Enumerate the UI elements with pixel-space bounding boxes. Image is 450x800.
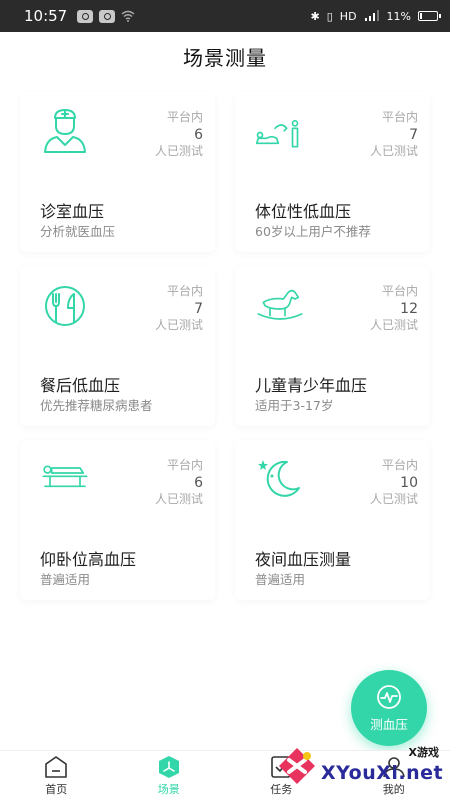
nav-label: 首页 xyxy=(45,782,68,796)
battery-icon xyxy=(418,11,441,21)
nav-label: 场景 xyxy=(157,782,180,796)
waveform-icon xyxy=(377,684,401,709)
battery-level: 11% xyxy=(386,9,411,23)
dining-icon xyxy=(40,280,90,328)
tested-count: 7 xyxy=(194,300,203,317)
nav-home[interactable]: 首页 xyxy=(0,751,113,800)
vibrate-icon: ▯ xyxy=(326,9,333,23)
moon-stars-icon xyxy=(255,454,305,502)
site-watermark: X游戏 XYouXi.net xyxy=(275,740,445,796)
card-subtitle: 普遍适用 xyxy=(40,572,91,587)
lying-bed-icon xyxy=(40,454,90,502)
stat-label: 平台内 xyxy=(381,458,418,472)
notification-icon xyxy=(77,9,94,23)
scene-card-supine[interactable]: 平台内 6 人已测试 仰卧位高血压 普遍适用 xyxy=(20,440,215,600)
watermark-text: XYouXi.net xyxy=(321,762,444,784)
test-stats: 平台内 7 人已测试 xyxy=(155,284,203,333)
scene-icon xyxy=(158,755,179,778)
tested-count: 6 xyxy=(194,474,203,491)
card-subtitle: 60岁以上用户不推荐 xyxy=(255,224,371,239)
stat-suffix: 人已测试 xyxy=(369,143,418,158)
stat-label: 平台内 xyxy=(166,284,203,298)
signal-icon xyxy=(364,10,379,21)
message-icon xyxy=(99,9,116,23)
network-type: HD xyxy=(339,9,357,23)
card-subtitle: 分析就医血压 xyxy=(40,224,116,239)
card-title: 体位性低血压 xyxy=(255,202,352,221)
home-icon xyxy=(45,755,68,778)
scene-card-clinic[interactable]: 平台内 6 人已测试 诊室血压 分析就医血压 xyxy=(20,92,215,252)
status-bar: 10:57 ✱ ▯ HD 11% xyxy=(0,0,450,32)
scene-card-orthostatic[interactable]: 平台内 7 人已测试 体位性低血压 60岁以上用户不推荐 xyxy=(235,92,430,252)
gamepad-logo-icon xyxy=(279,748,315,784)
stat-suffix: 人已测试 xyxy=(369,317,418,332)
stat-suffix: 人已测试 xyxy=(154,491,203,506)
tested-count: 10 xyxy=(400,474,418,491)
measure-bp-button[interactable]: 测血压 xyxy=(351,670,427,746)
rocking-horse-icon xyxy=(255,280,305,328)
stat-suffix: 人已测试 xyxy=(154,317,203,332)
nav-scene[interactable]: 场景 xyxy=(113,751,226,800)
wifi-icon xyxy=(121,10,135,22)
stat-suffix: 人已测试 xyxy=(154,143,203,158)
scene-grid: 平台内 6 人已测试 诊室血压 分析就医血压 平台内 7 人已测试 体位性低血压… xyxy=(20,92,430,600)
test-stats: 平台内 7 人已测试 xyxy=(370,110,418,159)
stat-label: 平台内 xyxy=(381,110,418,124)
test-stats: 平台内 12 人已测试 xyxy=(370,284,418,333)
card-subtitle: 适用于3-17岁 xyxy=(255,398,334,413)
stat-suffix: 人已测试 xyxy=(369,491,418,506)
card-title: 餐后低血压 xyxy=(40,376,121,395)
card-subtitle: 普遍适用 xyxy=(255,572,306,587)
tested-count: 7 xyxy=(409,126,418,143)
doctor-icon xyxy=(40,106,90,154)
measure-bp-label: 测血压 xyxy=(370,716,408,732)
card-title: 仰卧位高血压 xyxy=(40,550,137,569)
tested-count: 6 xyxy=(194,126,203,143)
scene-card-postprandial[interactable]: 平台内 7 人已测试 餐后低血压 优先推荐糖尿病患者 xyxy=(20,266,215,426)
stat-label: 平台内 xyxy=(166,458,203,472)
posture-icon xyxy=(255,106,305,154)
status-time: 10:57 xyxy=(24,7,68,25)
test-stats: 平台内 6 人已测试 xyxy=(155,458,203,507)
scene-card-youth[interactable]: 平台内 12 人已测试 儿童青少年血压 适用于3-17岁 xyxy=(235,266,430,426)
stat-label: 平台内 xyxy=(381,284,418,298)
tested-count: 12 xyxy=(400,300,418,317)
page-title: 场景测量 xyxy=(183,46,267,70)
card-title: 诊室血压 xyxy=(40,202,105,221)
test-stats: 平台内 10 人已测试 xyxy=(370,458,418,507)
bluetooth-icon: ✱ xyxy=(310,9,320,23)
card-title: 夜间血压测量 xyxy=(255,550,352,569)
scene-card-night[interactable]: 平台内 10 人已测试 夜间血压测量 普遍适用 xyxy=(235,440,430,600)
watermark-small-text: X游戏 xyxy=(408,746,439,759)
card-subtitle: 优先推荐糖尿病患者 xyxy=(40,398,153,413)
card-title: 儿童青少年血压 xyxy=(255,376,368,395)
test-stats: 平台内 6 人已测试 xyxy=(155,110,203,159)
stat-label: 平台内 xyxy=(166,110,203,124)
